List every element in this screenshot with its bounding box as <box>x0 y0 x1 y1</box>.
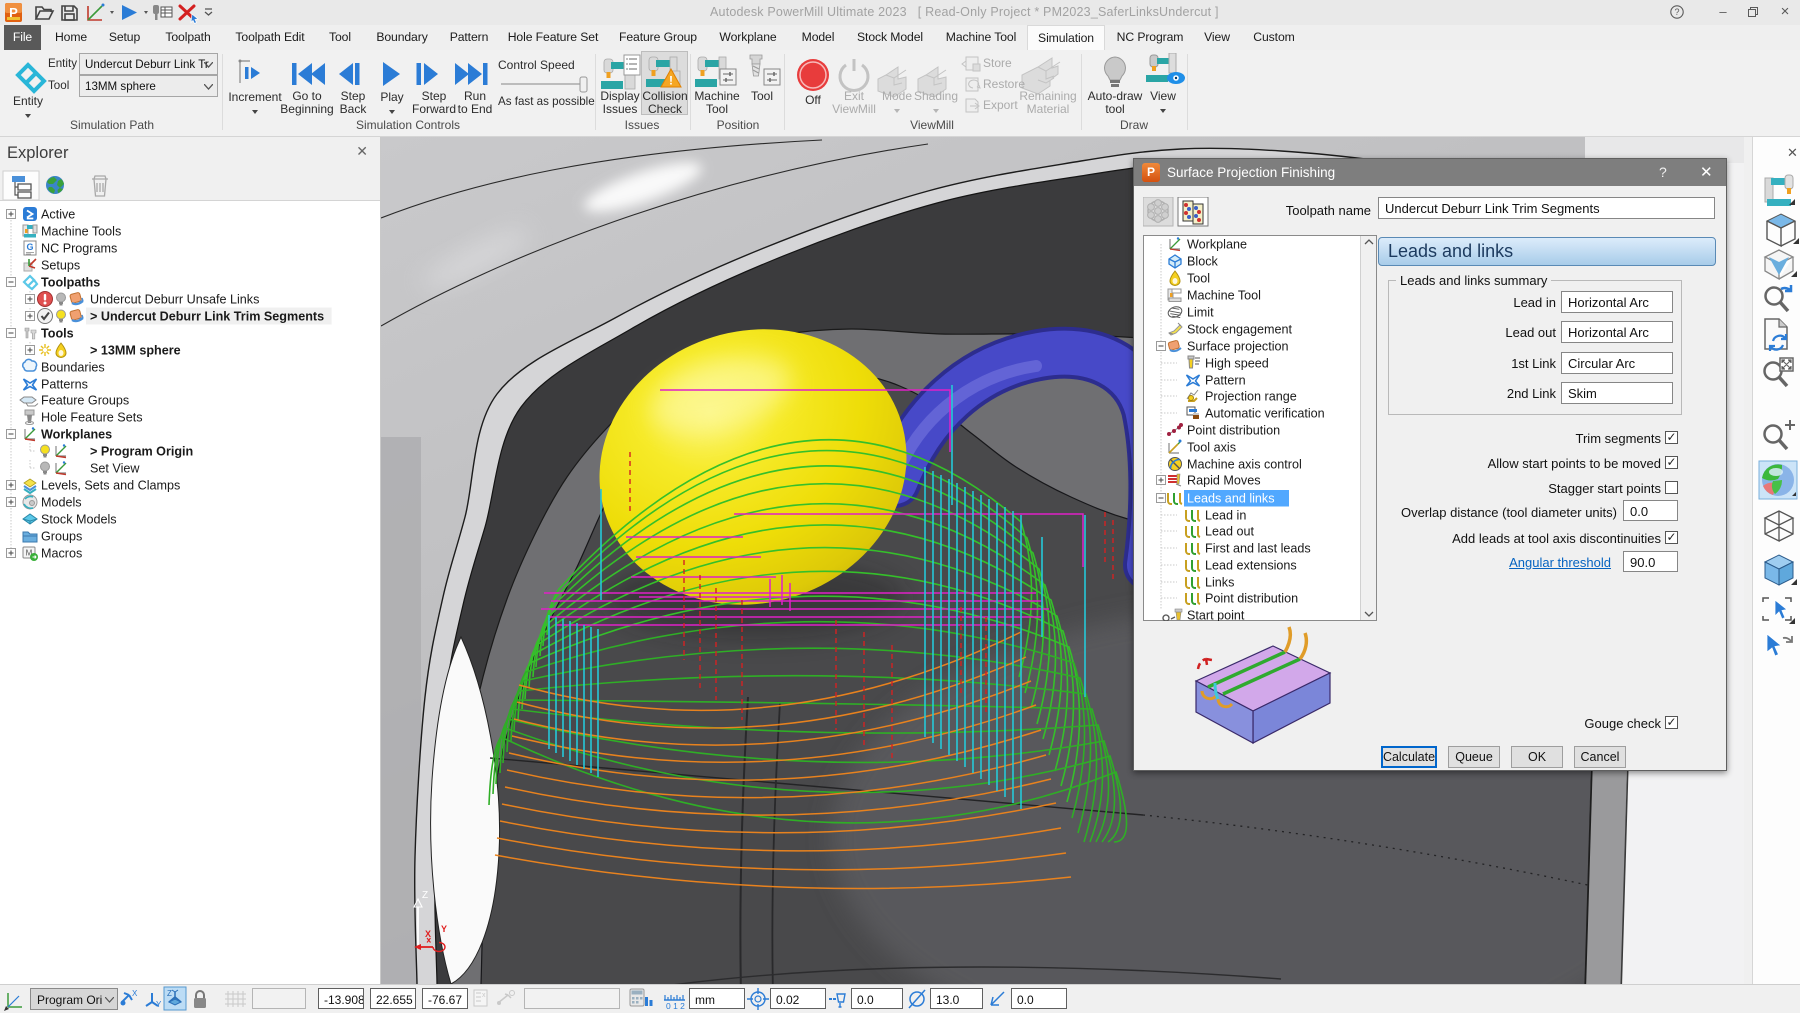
svg-text:Y: Y <box>441 924 447 934</box>
svg-text:X: X <box>425 929 431 939</box>
svg-text:Machine axis control: Machine axis control <box>1187 457 1302 471</box>
svg-text:> Program Origin: > Program Origin <box>90 444 193 458</box>
svg-text:Point distribution: Point distribution <box>1187 423 1280 437</box>
svg-text:Workplanes: Workplanes <box>41 427 112 441</box>
svg-text:Levels, Sets and Clamps: Levels, Sets and Clamps <box>41 478 180 492</box>
svg-text:Models: Models <box>41 495 82 509</box>
svg-text:Surface projection: Surface projection <box>1187 339 1289 353</box>
svg-text:Boundaries: Boundaries <box>41 360 105 374</box>
svg-text:Toolpaths: Toolpaths <box>41 275 100 289</box>
svg-text:Lead extensions: Lead extensions <box>1205 558 1297 572</box>
svg-text:First and last leads: First and last leads <box>1205 541 1311 555</box>
svg-text:Groups: Groups <box>41 529 82 543</box>
svg-text:x: x <box>482 992 486 999</box>
svg-text:Stock engagement: Stock engagement <box>1187 322 1293 336</box>
svg-text:Lead in: Lead in <box>1205 508 1246 522</box>
svg-text:High speed: High speed <box>1205 356 1269 370</box>
svg-text:?: ? <box>1674 7 1679 17</box>
svg-text:Undercut Deburr Unsafe Links: Undercut Deburr Unsafe Links <box>90 292 259 306</box>
svg-text:!: ! <box>669 74 673 88</box>
svg-text:Automatic verification: Automatic verification <box>1205 406 1325 420</box>
svg-text:Block: Block <box>1187 254 1218 268</box>
svg-text:Machine Tool: Machine Tool <box>1187 288 1261 302</box>
svg-text:> Undercut Deburr Link Trim Se: > Undercut Deburr Link Trim Segments <box>90 309 324 323</box>
svg-text:NC Programs: NC Programs <box>41 241 117 255</box>
svg-text:Leads and links: Leads and links <box>1187 491 1275 505</box>
svg-text:Tool axis: Tool axis <box>1187 440 1236 454</box>
svg-text:Start point: Start point <box>1187 608 1245 621</box>
svg-text:Y: Y <box>156 1000 162 1009</box>
svg-text:Patterns: Patterns <box>41 377 88 391</box>
svg-text:Links: Links <box>1205 575 1234 589</box>
svg-text:Set View: Set View <box>90 461 140 475</box>
svg-text:Active: Active <box>41 207 75 221</box>
svg-text:Tool: Tool <box>1187 271 1210 285</box>
svg-text:X: X <box>132 989 138 998</box>
svg-text:Stock Models: Stock Models <box>41 512 117 526</box>
svg-text:Tools: Tools <box>41 326 74 340</box>
svg-text:Rapid Moves: Rapid Moves <box>1187 473 1261 487</box>
svg-text:G: G <box>26 242 33 252</box>
svg-text:Machine Tools: Machine Tools <box>41 224 121 238</box>
svg-text:Macros: Macros <box>41 546 82 560</box>
svg-text:Hole Feature Sets: Hole Feature Sets <box>41 410 143 424</box>
svg-text:> 13MM sphere: > 13MM sphere <box>90 343 181 357</box>
svg-text:Z: Z <box>422 890 428 901</box>
svg-text:Feature Groups: Feature Groups <box>41 393 129 407</box>
svg-text:0 1 2: 0 1 2 <box>666 1001 685 1011</box>
svg-text:Lead out: Lead out <box>1205 524 1255 538</box>
svg-text:Limit: Limit <box>1187 305 1214 319</box>
svg-text:Projection range: Projection range <box>1205 389 1297 403</box>
svg-text:Point distribution: Point distribution <box>1205 591 1298 605</box>
svg-text:Workplane: Workplane <box>1187 237 1247 251</box>
svg-text:Setups: Setups <box>41 258 80 272</box>
svg-text:Z: Z <box>167 989 172 998</box>
svg-text:✕: ✕ <box>1787 145 1798 160</box>
svg-text:Pattern: Pattern <box>1205 373 1246 387</box>
